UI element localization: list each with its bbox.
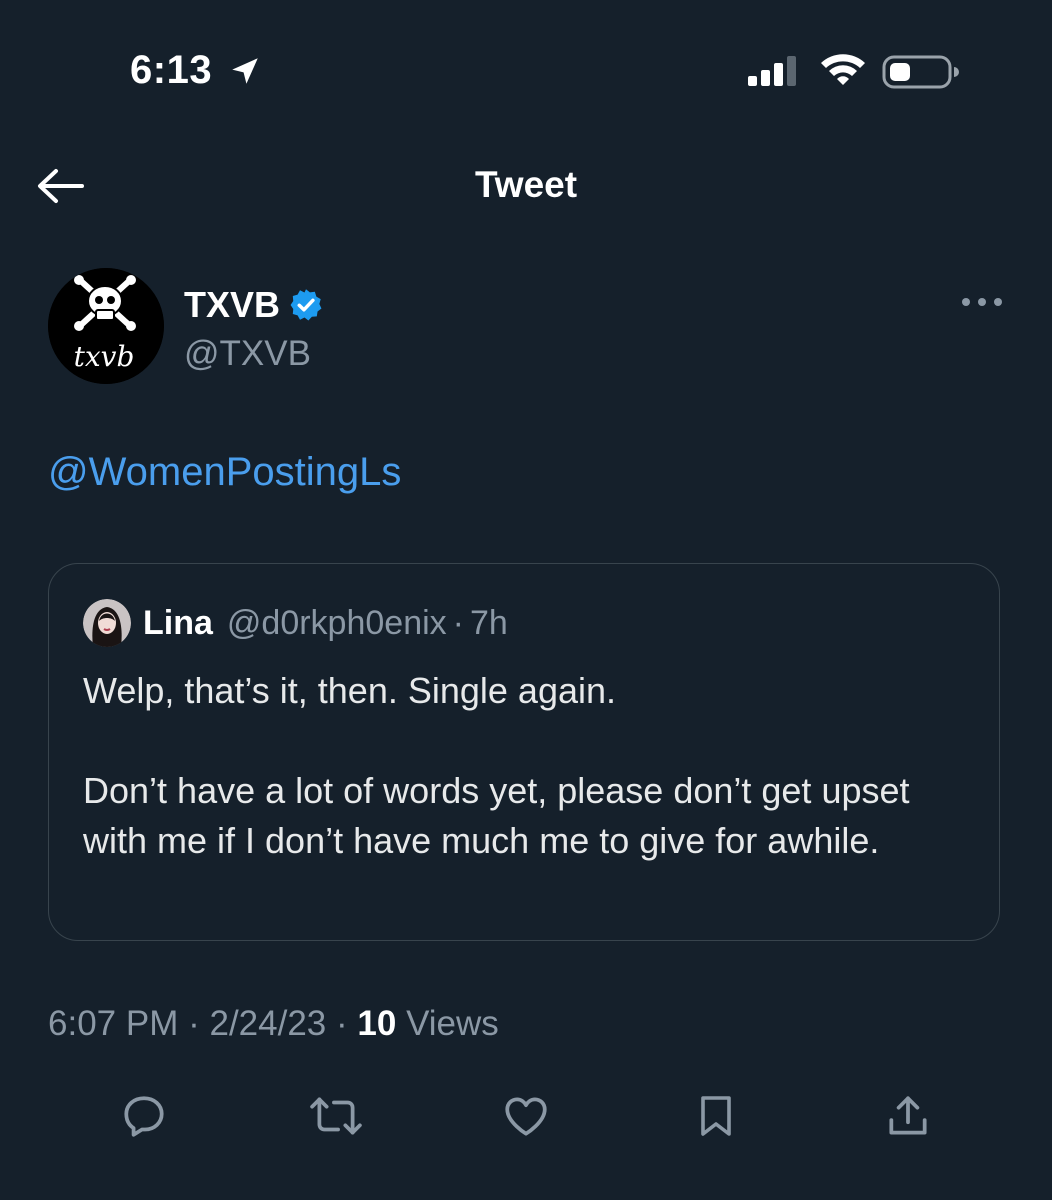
quote-separator: · — [452, 603, 464, 642]
avatar-logo-text: txvb — [74, 340, 135, 373]
like-icon[interactable] — [498, 1088, 554, 1144]
meta-separator: · — [188, 1004, 200, 1043]
author-name-row[interactable]: TXVB — [184, 284, 324, 326]
nav-bar: Tweet — [0, 150, 1052, 222]
retweet-icon[interactable] — [308, 1088, 364, 1144]
quote-paragraph: Don’t have a lot of words yet, please do… — [83, 770, 910, 861]
quote-header: Lina @d0rkph0enix · 7h — [83, 598, 508, 648]
quote-body: Welp, that’s it, then. Single again. Don… — [83, 666, 963, 866]
quote-paragraph: Welp, that’s it, then. Single again. — [83, 670, 617, 711]
quote-author-handle: @d0rkph0enix — [226, 603, 447, 642]
tweet-date: 2/24/23 — [209, 1004, 327, 1043]
more-dots-icon[interactable] — [958, 292, 1006, 312]
tweet-header: txvb TXVB @TXVB — [48, 268, 1008, 388]
author-handle[interactable]: @TXVB — [184, 334, 311, 374]
share-icon[interactable] — [880, 1088, 936, 1144]
cellular-signal-icon — [746, 54, 800, 93]
action-bar — [0, 1088, 1052, 1144]
location-arrow-icon — [228, 54, 262, 93]
verified-badge-icon — [288, 287, 324, 323]
author-name[interactable]: TXVB — [184, 284, 280, 326]
tweet-time: 6:07 PM — [48, 1004, 179, 1043]
status-time: 6:13 — [130, 48, 213, 92]
reply-icon[interactable] — [116, 1088, 172, 1144]
bookmark-icon[interactable] — [688, 1088, 744, 1144]
tweet-meta: 6:07 PM · 2/24/23 · 10 Views — [48, 1004, 499, 1044]
meta-separator: · — [336, 1004, 348, 1043]
mention-link[interactable]: @WomenPostingLs — [48, 450, 401, 495]
page-title: Tweet — [474, 164, 578, 205]
author-avatar[interactable]: txvb — [48, 268, 164, 384]
battery-icon — [882, 54, 962, 95]
views-count: 10 — [357, 1004, 397, 1043]
views-label: Views — [406, 1004, 499, 1043]
status-bar: 6:13 — [0, 0, 1052, 140]
quoted-tweet-card[interactable]: Lina @d0rkph0enix · 7h Welp, that’s it, … — [48, 563, 1000, 941]
wifi-icon — [818, 50, 868, 93]
quote-author-name: Lina — [143, 603, 213, 642]
quote-timestamp: 7h — [470, 603, 508, 642]
quote-author-avatar — [83, 599, 131, 647]
